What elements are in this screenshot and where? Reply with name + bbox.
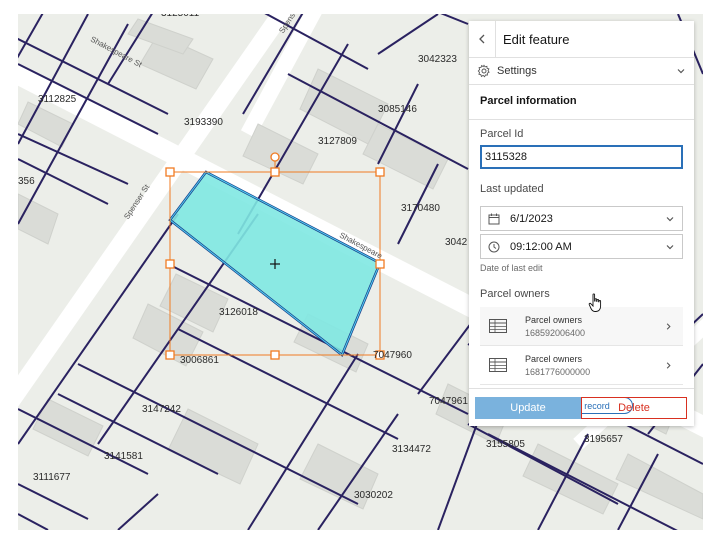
settings-toggle[interactable]: Settings	[469, 58, 694, 85]
panel-footer: Update Delete	[469, 388, 694, 426]
owner-id: 168592006400	[525, 327, 586, 338]
last-updated-label: Last updated	[480, 183, 544, 195]
parcel-id-input[interactable]: 3115328	[480, 145, 683, 169]
parcel-label: 3170480	[401, 203, 440, 214]
date-picker[interactable]: 6/1/2023	[480, 206, 683, 231]
delete-button[interactable]: Delete	[581, 396, 687, 419]
parcel-owners-label: Parcel owners	[480, 288, 550, 300]
table-icon	[489, 319, 507, 333]
owner-title: Parcel owners	[525, 353, 583, 364]
parcel-label: 7047960	[373, 350, 412, 361]
parcel-label: 7047961	[429, 396, 468, 407]
hand-cursor-icon	[588, 293, 602, 312]
parcel-label: 3085146	[378, 104, 417, 115]
gear-icon	[477, 64, 490, 78]
parcel-label: 356	[18, 176, 35, 187]
time-value: 09:12:00 AM	[510, 240, 572, 253]
chevron-down-icon	[677, 69, 685, 74]
owner-id: 1681776000000	[525, 366, 591, 377]
parcel-label: 3111677	[33, 472, 71, 483]
date-hint: Date of last edit	[480, 263, 543, 273]
panel-header: Edit feature	[469, 21, 694, 58]
parcel-label: 3042323	[418, 54, 457, 65]
parcel-label: 3126018	[219, 307, 258, 318]
table-icon	[489, 358, 507, 372]
parcel-label: 3112825	[38, 94, 77, 105]
parcel-label: 3195657	[584, 434, 623, 445]
calendar-icon	[488, 213, 500, 224]
section-title: Parcel information	[480, 95, 577, 107]
parcel-label: 3042	[445, 237, 468, 248]
parcel-label: 3125011	[161, 14, 199, 19]
clock-icon	[488, 241, 500, 252]
edit-feature-panel: Edit feature Settings Parcel information…	[469, 21, 694, 426]
settings-label: Settings	[497, 65, 537, 77]
chevron-left-icon	[479, 34, 485, 44]
panel-title: Edit feature	[503, 31, 570, 47]
list-item[interactable]: Parcel owners 168592006400	[480, 307, 683, 346]
parcel-label: 3141581	[104, 451, 143, 462]
chevron-down-icon	[666, 216, 674, 221]
time-picker[interactable]: 09:12:00 AM	[480, 234, 683, 259]
parcel-label: 3155805	[486, 439, 525, 450]
parcel-label: 3127809	[318, 136, 357, 147]
chevron-right-icon	[666, 322, 671, 330]
parcel-label: 3134472	[392, 444, 431, 455]
date-value: 6/1/2023	[510, 212, 553, 225]
owner-title: Parcel owners	[525, 314, 583, 325]
parcel-label: 3006861	[180, 355, 219, 366]
list-item[interactable]: Parcel owners 1681776000000	[480, 346, 683, 385]
parcel-label: 3193390	[184, 117, 223, 128]
chevron-right-icon	[666, 361, 671, 369]
parcel-label: 3030202	[354, 490, 393, 501]
parcel-id-label: Parcel Id	[480, 128, 524, 140]
update-button[interactable]: Update	[475, 396, 581, 419]
back-button[interactable]	[469, 21, 496, 57]
parcel-label: 3147242	[142, 404, 181, 415]
chevron-down-icon	[666, 244, 674, 249]
